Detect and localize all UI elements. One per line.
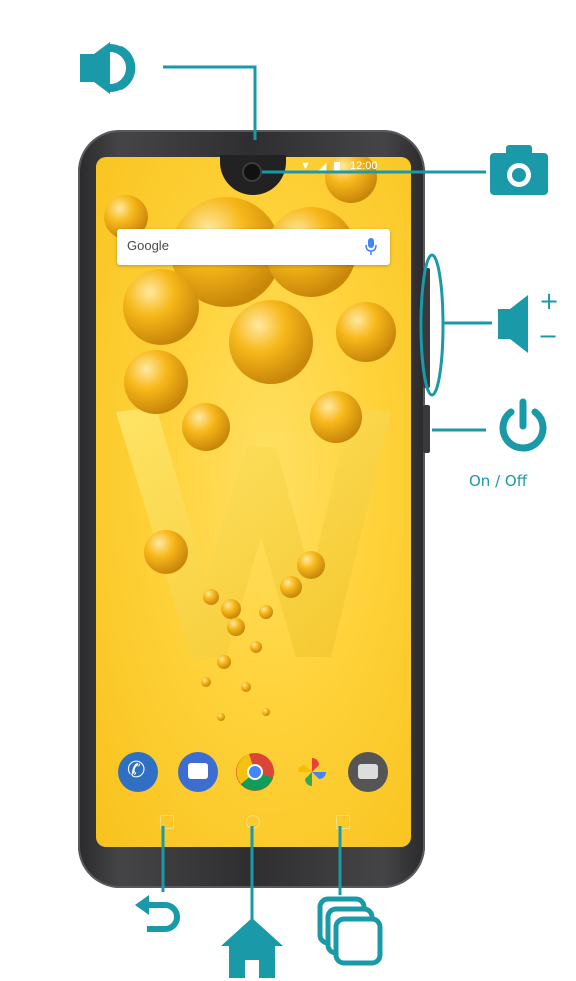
home-icon <box>221 918 283 978</box>
volume-minus-label: − <box>538 322 559 350</box>
power-icon <box>499 398 547 452</box>
camera-icon <box>490 145 548 195</box>
back-arrow-icon <box>135 895 180 932</box>
power-label: On / Off <box>469 472 528 490</box>
speaker-icon <box>80 42 136 94</box>
recent-apps-icon <box>317 896 383 966</box>
volume-plus-label: + <box>539 287 560 315</box>
